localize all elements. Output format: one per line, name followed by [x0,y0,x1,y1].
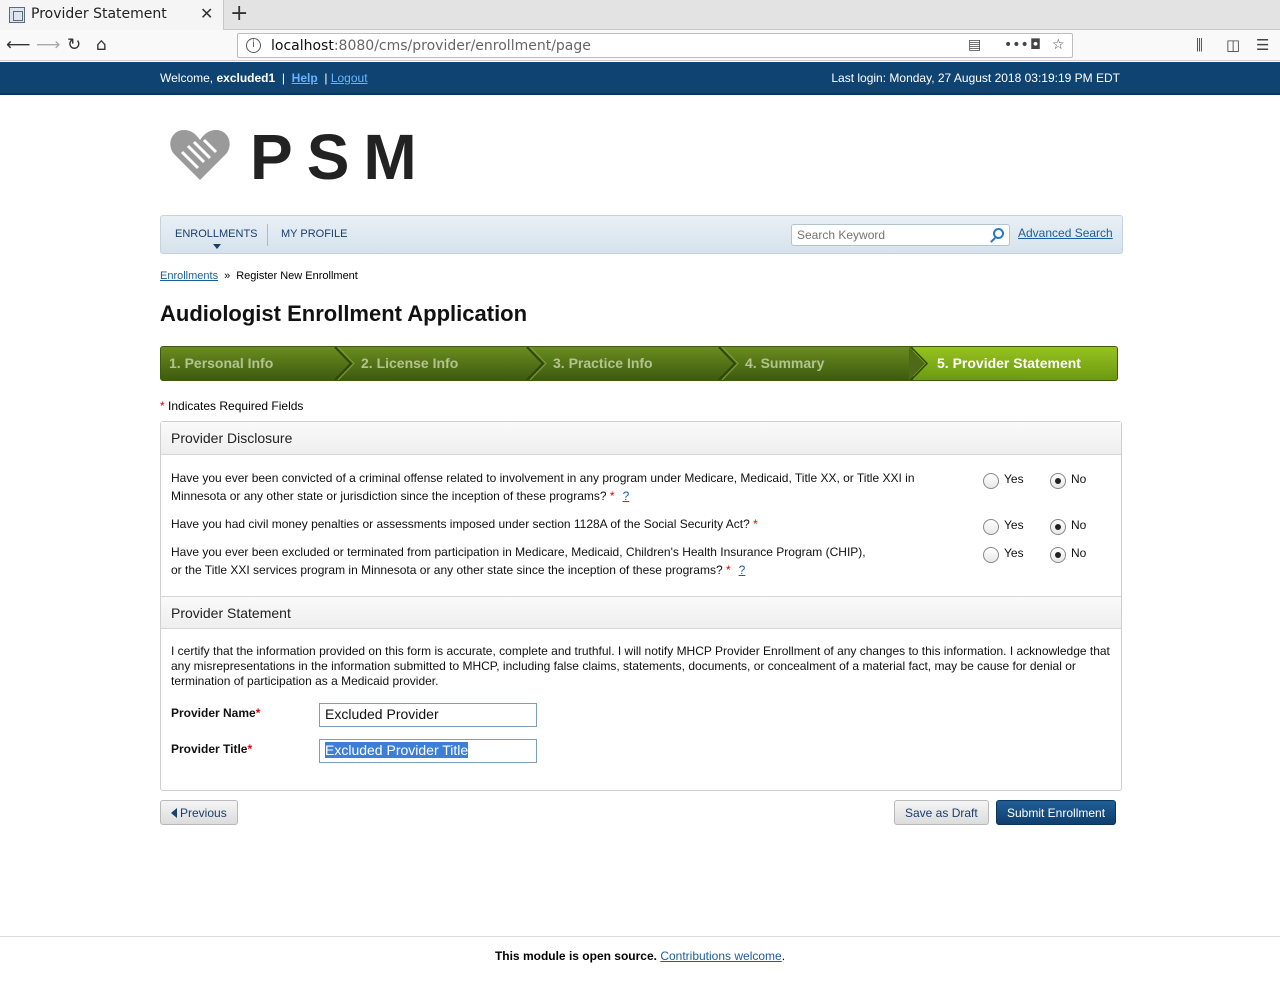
page-actions-icon[interactable]: ••• [1004,37,1029,53]
breadcrumb-current: Register New Enrollment [236,270,358,282]
site-top-bar: Welcome, excluded1 | Help | Logout Last … [0,62,1280,95]
browser-toolbar: ⟵ ⟶ ↻ ⌂ i localhost:8080/cms/provider/en… [0,30,1280,61]
provider-disclosure-header: Provider Disclosure [161,422,1121,455]
step-personal-info[interactable]: 1. Personal Info [161,347,353,380]
save-draft-button[interactable]: Save as Draft [894,800,989,825]
q2-yes-radio[interactable] [983,519,999,535]
step-divider-icon [526,347,547,380]
q1-yes-label: Yes [1004,472,1024,486]
provider-name-label: Provider Name* [171,706,261,720]
previous-button[interactable]: Previous [160,800,238,825]
nav-separator [267,224,268,246]
page-footer: This module is open source. Contribution… [0,936,1280,986]
q2-no-label: No [1071,518,1087,532]
browser-tab-bar: Provider Statement ✕ + [0,0,1280,30]
heart-hands-icon [170,130,230,180]
main-navigation: ENROLLMENTS MY PROFILE Advanced Search [160,215,1123,254]
psm-logo[interactable]: PSM [168,121,417,193]
search-input[interactable] [797,228,982,242]
q3-yes-label: Yes [1004,546,1024,560]
bookmark-star-icon[interactable]: ☆ [1052,37,1065,53]
required-fields-note: * Indicates Required Fields [160,399,304,413]
step-provider-statement[interactable]: 5. Provider Statement [913,347,1117,380]
site-info-icon[interactable]: i [246,38,261,53]
q3-yes-radio[interactable] [983,547,999,563]
forward-icon[interactable]: ⟶ [36,35,60,55]
logo-text: PSM [250,121,431,193]
nav-my-profile[interactable]: MY PROFILE [281,228,347,240]
reload-icon[interactable]: ↻ [67,35,81,55]
step-divider-icon [334,347,355,380]
step-label: 5. Provider Statement [937,355,1081,371]
q1-yes-radio[interactable] [983,473,999,489]
browser-tab[interactable]: Provider Statement ✕ [0,0,224,30]
step-label: 1. Personal Info [169,355,274,371]
sidebar-icon[interactable]: ◫ [1226,36,1240,54]
submit-enrollment-button[interactable]: Submit Enrollment [996,800,1117,825]
provider-title-input[interactable]: Excluded Provider Title [319,739,537,763]
provider-title-value: Excluded Provider Title [325,742,469,758]
footer-text: This module is open source. [494,949,657,963]
q3-no-radio[interactable] [1050,547,1066,563]
q2-no-radio[interactable] [1050,519,1066,535]
step-summary[interactable]: 4. Summary [737,347,913,380]
question-excluded-terminated: Have you ever been excluded or terminate… [171,545,866,577]
help-link[interactable]: ? [623,489,630,503]
breadcrumb: Enrollments » Register New Enrollment [160,270,358,282]
provider-name-input[interactable]: Excluded Provider [319,703,537,727]
welcome-text: Welcome, excluded1 | Help | Logout [160,71,368,85]
provider-title-label: Provider Title* [171,742,253,756]
breadcrumb-enrollments-link[interactable]: Enrollments [160,270,218,282]
step-license-info[interactable]: 2. License Info [353,347,545,380]
username: excluded1 [216,71,276,85]
q2-yes-label: Yes [1004,518,1024,532]
arrow-left-icon [171,808,177,818]
search-icon[interactable] [993,228,1004,239]
certification-statement: I certify that the information provided … [171,644,1110,688]
nav-enrollments[interactable]: ENROLLMENTS [175,228,258,240]
tab-title: Provider Statement [31,6,167,22]
help-link[interactable]: Help [292,71,318,85]
pocket-icon[interactable]: ◘ [1030,37,1041,53]
close-tab-icon[interactable]: ✕ [200,4,213,23]
help-link[interactable]: ? [739,563,746,577]
enrollment-steps: 1. Personal Info 2. License Info 3. Prac… [160,346,1118,381]
menu-icon[interactable]: ☰ [1256,36,1269,54]
advanced-search-link[interactable]: Advanced Search [1018,226,1113,240]
step-divider-icon [718,347,739,380]
step-label: 3. Practice Info [553,355,653,371]
welcome-prefix: Welcome, [160,71,214,85]
step-practice-info[interactable]: 3. Practice Info [545,347,737,380]
contributions-link[interactable]: Contributions welcome [660,949,781,963]
new-tab-icon[interactable]: + [230,1,248,26]
home-icon[interactable]: ⌂ [96,35,107,55]
breadcrumb-separator: » [224,270,231,282]
question-criminal-offense: Have you ever been convicted of a crimin… [171,471,915,503]
library-icon[interactable]: ⫼ [1196,36,1203,54]
step-divider-icon [909,347,929,380]
q1-no-label: No [1071,472,1087,486]
question-civil-penalties: Have you had civil money penalties or as… [171,517,758,531]
dropdown-caret-icon [213,244,221,249]
search-box[interactable] [791,224,1010,246]
q3-no-label: No [1071,546,1087,560]
provider-statement-header: Provider Statement [161,596,1121,629]
page-favicon-icon [9,7,25,23]
logout-link[interactable]: Logout [331,71,368,85]
address-bar[interactable]: i localhost:8080/cms/provider/enrollment… [237,33,1073,58]
url-text: localhost:8080/cms/provider/enrollment/p… [271,38,591,54]
reader-view-icon[interactable]: ▤ [968,37,981,53]
last-login-text: Last login: Monday, 27 August 2018 03:19… [831,71,1120,85]
step-label: 4. Summary [745,355,825,371]
step-label: 2. License Info [361,355,459,371]
page-title: Audiologist Enrollment Application [160,301,528,326]
q1-no-radio[interactable] [1050,473,1066,489]
enrollment-form-panel: Provider Disclosure Have you ever been c… [160,421,1122,791]
back-icon[interactable]: ⟵ [6,35,30,55]
